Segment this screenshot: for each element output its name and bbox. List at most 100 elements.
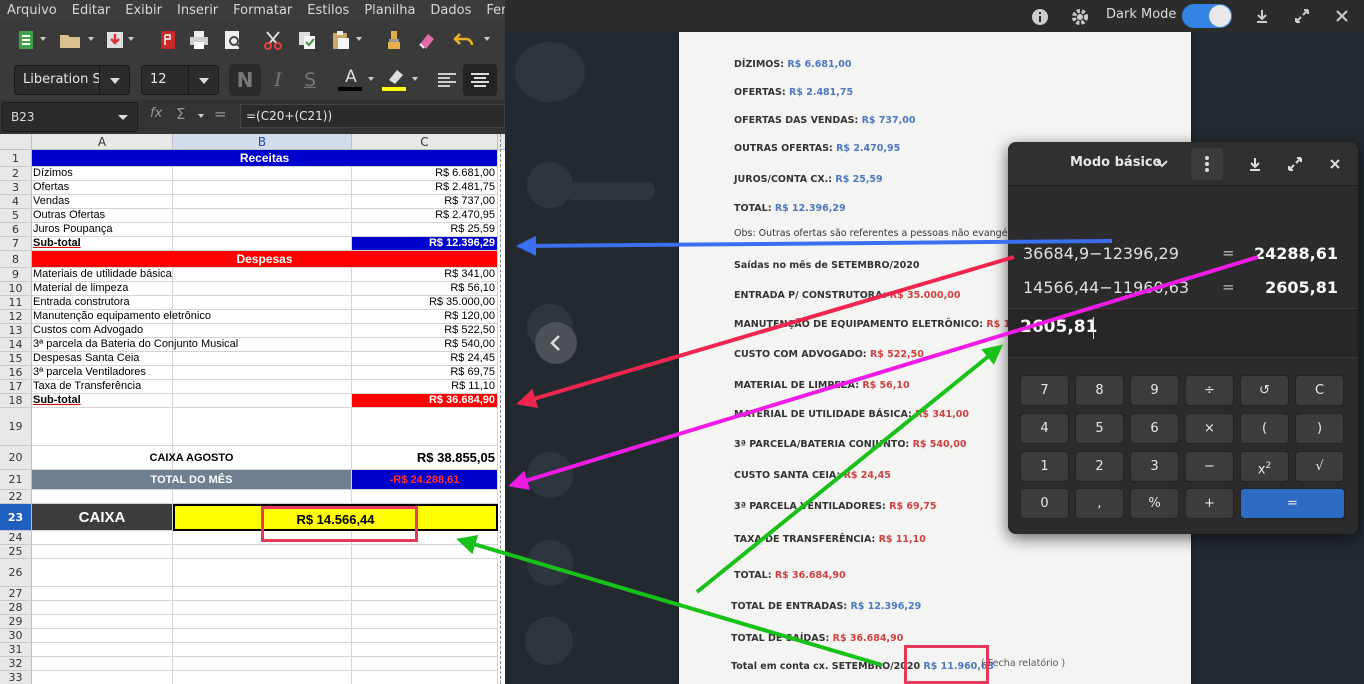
- close-icon[interactable]: [1333, 7, 1351, 25]
- cell[interactable]: [32, 615, 173, 629]
- key-1-0[interactable]: 4: [1020, 413, 1069, 444]
- receitas-header[interactable]: Receitas: [32, 150, 498, 167]
- close-icon[interactable]: [1326, 155, 1344, 173]
- cell[interactable]: [352, 587, 498, 601]
- column-header-A[interactable]: A: [32, 134, 173, 150]
- key-3-1[interactable]: ,: [1075, 488, 1124, 519]
- cell[interactable]: [32, 643, 173, 657]
- row-header-5[interactable]: 5: [0, 209, 32, 223]
- cell[interactable]: [173, 629, 352, 643]
- cell[interactable]: [32, 545, 173, 559]
- row-header-29[interactable]: 29: [0, 615, 32, 629]
- receitas-subtotal-label[interactable]: Sub-total: [32, 237, 352, 251]
- cell[interactable]: [173, 671, 352, 684]
- chevron-down-icon[interactable]: [1154, 156, 1170, 172]
- row-header-12[interactable]: 12: [0, 310, 32, 324]
- despesa-label[interactable]: 3ª parcela da Bateria do Conjunto Musica…: [32, 338, 352, 352]
- key-0-1[interactable]: 8: [1075, 375, 1124, 406]
- key-0-3[interactable]: ÷: [1185, 375, 1234, 406]
- despesa-label[interactable]: Material de limpeza: [32, 282, 352, 296]
- despesa-label[interactable]: Materiais de utilidade básica: [32, 268, 352, 282]
- key-1-2[interactable]: 6: [1130, 413, 1179, 444]
- row-header-33[interactable]: 33: [0, 671, 32, 684]
- despesas-subtotal-label[interactable]: Sub-total: [32, 394, 352, 408]
- row-header-2[interactable]: 2: [0, 167, 32, 181]
- cell[interactable]: [173, 643, 352, 657]
- menu-item-0[interactable]: Arquivo: [0, 0, 65, 20]
- bold-button[interactable]: N: [229, 64, 261, 96]
- copy-icon[interactable]: [295, 28, 319, 52]
- chevron-down-icon[interactable]: [99, 66, 129, 94]
- row-header-26[interactable]: 26: [0, 559, 32, 587]
- clear-formatting-icon[interactable]: [414, 28, 438, 52]
- previous-image-button[interactable]: [535, 322, 577, 364]
- print-preview-icon[interactable]: [221, 28, 245, 52]
- cell[interactable]: [32, 490, 173, 504]
- row-header-32[interactable]: 32: [0, 657, 32, 671]
- cell[interactable]: [173, 545, 352, 559]
- print-icon[interactable]: [187, 28, 211, 52]
- align-left-icon[interactable]: [433, 66, 461, 94]
- receita-label[interactable]: Dízimos: [32, 167, 352, 181]
- font-size-combo[interactable]: 12: [141, 65, 219, 95]
- receita-value[interactable]: R$ 6.681,00: [352, 167, 498, 181]
- menu-item-7[interactable]: Dados: [423, 0, 479, 20]
- row-header-3[interactable]: 3: [0, 181, 32, 195]
- font-color-button[interactable]: A: [338, 66, 364, 88]
- cell[interactable]: [352, 545, 498, 559]
- row-header-4[interactable]: 4: [0, 195, 32, 209]
- total-mes-label[interactable]: TOTAL DO MÊS: [32, 470, 352, 490]
- key-3-2[interactable]: %: [1130, 488, 1179, 519]
- cell[interactable]: [173, 408, 352, 446]
- chevron-down-icon[interactable]: [188, 66, 218, 94]
- fullscreen-icon[interactable]: [1293, 7, 1311, 25]
- key-0-0[interactable]: 7: [1020, 375, 1069, 406]
- cell[interactable]: [173, 601, 352, 615]
- despesa-value[interactable]: R$ 120,00: [352, 310, 498, 324]
- menu-item-5[interactable]: Estilos: [300, 0, 357, 20]
- despesa-value[interactable]: R$ 24,45: [352, 352, 498, 366]
- key-1-1[interactable]: 5: [1075, 413, 1124, 444]
- row-header-14[interactable]: 14: [0, 338, 32, 352]
- despesa-value[interactable]: R$ 69,75: [352, 366, 498, 380]
- despesa-label[interactable]: Taxa de Transferência: [32, 380, 352, 394]
- cell[interactable]: [32, 408, 173, 446]
- export-pdf-icon[interactable]: [156, 28, 180, 52]
- row-header-24[interactable]: 24: [0, 531, 32, 545]
- row-header-18[interactable]: 18: [0, 394, 32, 408]
- despesa-label[interactable]: Despesas Santa Ceia: [32, 352, 352, 366]
- row-header-21[interactable]: 21: [0, 470, 32, 490]
- despesa-value[interactable]: R$ 35.000,00: [352, 296, 498, 310]
- gear-icon[interactable]: [1069, 6, 1091, 28]
- despesa-value[interactable]: R$ 56,10: [352, 282, 498, 296]
- menu-item-2[interactable]: Exibir: [118, 0, 170, 20]
- receita-value[interactable]: R$ 25,59: [352, 223, 498, 237]
- function-wizard-icon[interactable]: fx: [150, 106, 162, 121]
- cut-icon[interactable]: [261, 28, 285, 52]
- save-icon[interactable]: [103, 28, 127, 52]
- row-header-10[interactable]: 10: [0, 282, 32, 296]
- cell[interactable]: [352, 643, 498, 657]
- key-2-5[interactable]: √: [1295, 451, 1344, 482]
- row-header-22[interactable]: 22: [0, 490, 32, 504]
- key-1-3[interactable]: ×: [1185, 413, 1234, 444]
- menu-item-1[interactable]: Editar: [65, 0, 119, 20]
- menu-item-3[interactable]: Inserir: [170, 0, 226, 20]
- row-header-13[interactable]: 13: [0, 324, 32, 338]
- shadow-button[interactable]: S: [296, 64, 324, 96]
- despesas-header[interactable]: Despesas: [32, 251, 498, 268]
- caixa-label[interactable]: CAIXA: [32, 504, 173, 531]
- despesa-value[interactable]: R$ 341,00: [352, 268, 498, 282]
- cell[interactable]: [173, 657, 352, 671]
- new-document-icon[interactable]: [14, 28, 38, 52]
- receita-value[interactable]: R$ 2.470,95: [352, 209, 498, 223]
- cell[interactable]: [173, 490, 352, 504]
- despesas-subtotal-value[interactable]: R$ 36.684,90: [352, 394, 498, 408]
- clone-formatting-icon[interactable]: [382, 28, 406, 52]
- row-header-16[interactable]: 16: [0, 366, 32, 380]
- receita-label[interactable]: Vendas: [32, 195, 352, 209]
- cell[interactable]: [352, 657, 498, 671]
- caixa-agosto-value[interactable]: R$ 38.855,05: [352, 446, 498, 470]
- menu-icon[interactable]: [1191, 148, 1223, 180]
- row-header-19[interactable]: 19: [0, 408, 32, 446]
